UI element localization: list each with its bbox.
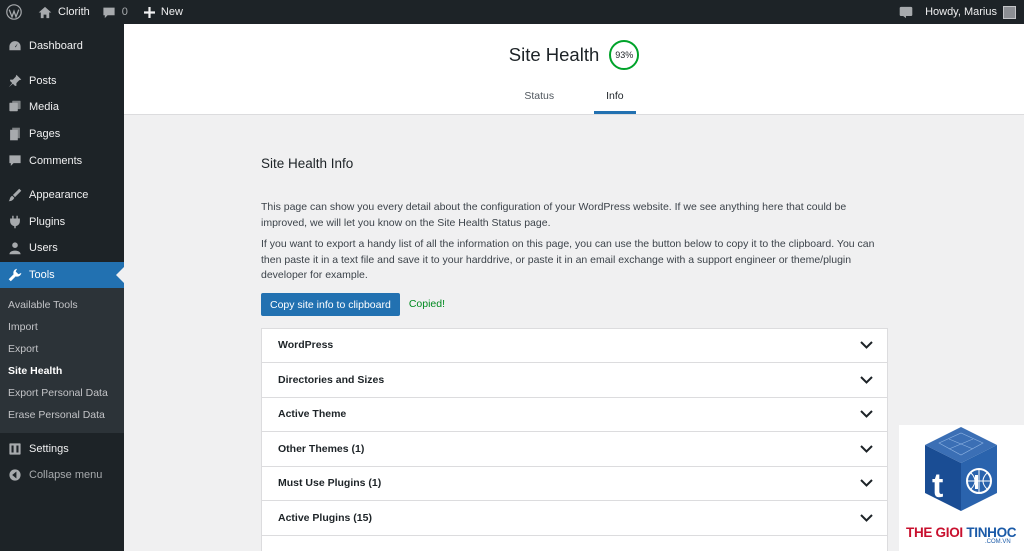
notifications-link[interactable] <box>893 0 919 24</box>
new-label: New <box>160 6 183 18</box>
site-health-header: Site Health 93% Status Info <box>124 24 1024 115</box>
sidebar-item-posts[interactable]: Posts <box>0 68 124 95</box>
copy-to-clipboard-button[interactable]: Copy site info to clipboard <box>261 292 400 316</box>
accordion-label: Must Use Plugins (1) <box>278 477 382 490</box>
accordion-item-partial[interactable] <box>262 536 887 551</box>
accordion-label: Directories and Sizes <box>278 373 385 386</box>
chat-icon <box>899 6 913 18</box>
chevron-down-icon <box>860 445 873 453</box>
page-title: Site Health <box>508 44 600 65</box>
site-name: Clorith <box>58 6 90 18</box>
tab-bar: Status Info <box>124 88 1024 114</box>
sidebar-item-label: Plugins <box>29 215 66 228</box>
sidebar-item-comments[interactable]: Comments <box>0 147 124 174</box>
cube-logo-icon: t <box>925 427 997 511</box>
accordion-label: Active Theme <box>278 408 347 421</box>
sidebar-item-media[interactable]: Media <box>0 94 124 121</box>
sidebar-item-label: Users <box>29 242 58 255</box>
chevron-down-icon <box>860 376 873 384</box>
admin-sidebar: Dashboard Posts Media Pages Comments App… <box>0 24 124 551</box>
tab-info[interactable]: Info <box>594 88 636 114</box>
accordion-item-active-plugins[interactable]: Active Plugins (15) <box>262 501 887 536</box>
chevron-down-icon <box>860 341 873 350</box>
tools-submenu: Available Tools Import Export Site Healt… <box>0 288 124 434</box>
watermark-subtext: .COM.VN <box>985 539 1011 545</box>
collapse-menu-button[interactable]: Collapse menu <box>0 462 124 489</box>
sidebar-item-label: Dashboard <box>29 40 83 53</box>
wrench-icon <box>7 267 23 283</box>
pin-icon <box>7 73 23 89</box>
sidebar-item-users[interactable]: Users <box>0 235 124 262</box>
watermark-logo: t THE GIOI TINHOC .COM.VN <box>899 425 1024 551</box>
plugin-icon <box>7 214 23 230</box>
submenu-item-export-personal-data[interactable]: Export Personal Data <box>0 382 124 404</box>
avatar <box>1003 5 1016 19</box>
home-icon <box>38 6 52 18</box>
sidebar-item-dashboard[interactable]: Dashboard <box>0 33 124 60</box>
collapse-icon <box>7 467 23 483</box>
media-icon <box>7 99 23 115</box>
chevron-down-icon <box>860 479 873 488</box>
watermark-text-blue: TINHOC <box>966 525 1017 540</box>
watermark-text: THE GIOI TINHOC <box>906 525 1017 540</box>
accordion-label: WordPress <box>278 339 334 352</box>
wordpress-icon <box>6 4 22 20</box>
sidebar-item-settings[interactable]: Settings <box>0 435 124 462</box>
site-name-link[interactable]: Clorith <box>28 0 96 24</box>
accordion-item-active-theme[interactable]: Active Theme <box>262 398 887 432</box>
sidebar-item-label: Media <box>29 101 59 114</box>
plus-icon <box>143 6 155 18</box>
new-content-link[interactable]: New <box>134 0 189 24</box>
comment-bubble-icon <box>103 7 115 18</box>
accordion-label: Active Plugins (15) <box>278 511 372 524</box>
sidebar-item-label: Tools <box>29 269 55 282</box>
comments-link[interactable]: 0 <box>96 0 134 24</box>
accordion-item-other-themes[interactable]: Other Themes (1) <box>262 432 887 467</box>
sidebar-item-label: Comments <box>29 154 83 167</box>
submenu-item-erase-personal-data[interactable]: Erase Personal Data <box>0 404 124 426</box>
accordion-item-must-use-plugins[interactable]: Must Use Plugins (1) <box>262 467 887 501</box>
user-icon <box>7 240 23 256</box>
sidebar-item-label: Pages <box>29 128 61 141</box>
settings-icon <box>7 441 23 457</box>
sidebar-item-label: Appearance <box>29 189 89 202</box>
accordion-label: Other Themes (1) <box>278 442 365 455</box>
export-paragraph: If you want to export a handy list of al… <box>261 238 875 281</box>
section-heading: Site Health Info <box>261 156 354 171</box>
pages-icon <box>7 126 23 142</box>
sidebar-item-tools[interactable]: Tools <box>0 261 124 289</box>
sidebar-item-pages[interactable]: Pages <box>0 121 124 148</box>
brush-icon <box>7 187 23 203</box>
submenu-item-available-tools[interactable]: Available Tools <box>0 294 124 316</box>
site-health-info: Site Health Info This page can show you … <box>261 116 888 551</box>
comment-icon <box>7 153 23 169</box>
sidebar-item-label: Settings <box>29 442 69 455</box>
sidebar-item-plugins[interactable]: Plugins <box>0 209 124 236</box>
wordpress-logo[interactable] <box>0 0 28 24</box>
watermark-text-red: THE GIOI <box>906 525 963 540</box>
my-account-link[interactable]: Howdy, Marius <box>919 0 1024 24</box>
sidebar-item-label: Collapse menu <box>29 469 103 482</box>
submenu-item-import[interactable]: Import <box>0 316 124 338</box>
chevron-down-icon <box>860 410 873 419</box>
submenu-item-site-health[interactable]: Site Health <box>0 360 124 382</box>
sidebar-item-label: Posts <box>29 74 57 87</box>
submenu-item-export[interactable]: Export <box>0 338 124 360</box>
health-score-badge: 93% <box>609 40 640 70</box>
admin-bar: Clorith 0 New Howdy, Marius <box>0 0 1024 24</box>
intro-paragraph: This page can show you every detail abou… <box>261 201 847 229</box>
info-accordion: WordPress Directories and Sizes Active T… <box>261 327 888 551</box>
sidebar-item-appearance[interactable]: Appearance <box>0 182 124 209</box>
comments-count: 0 <box>121 6 128 18</box>
accordion-item-wordpress[interactable]: WordPress <box>262 329 887 363</box>
howdy-text: Howdy, Marius <box>925 6 997 18</box>
copied-status: Copied! <box>408 298 446 310</box>
svg-text:t: t <box>932 467 943 505</box>
chevron-down-icon <box>860 514 873 522</box>
tab-status[interactable]: Status <box>512 88 566 114</box>
accordion-item-directories[interactable]: Directories and Sizes <box>262 363 887 398</box>
dashboard-icon <box>7 38 23 54</box>
